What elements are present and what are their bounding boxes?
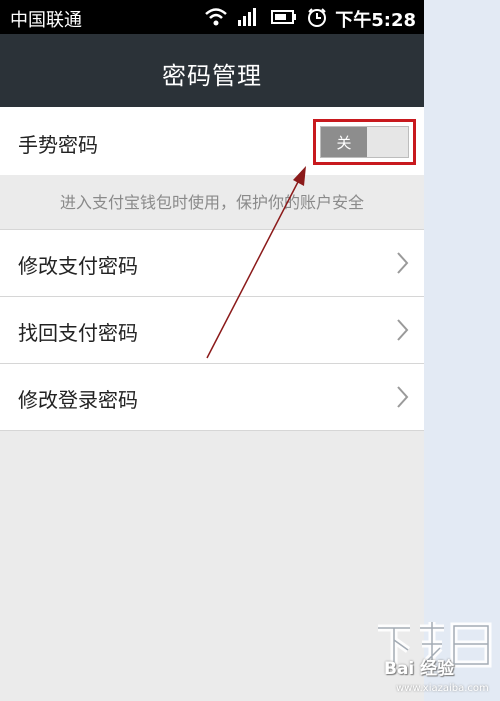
- watermark-brand: Bai 经验: [384, 659, 455, 679]
- annotation-arrow: [206, 166, 306, 359]
- watermark-url: www.xiazaiba.com: [396, 683, 489, 694]
